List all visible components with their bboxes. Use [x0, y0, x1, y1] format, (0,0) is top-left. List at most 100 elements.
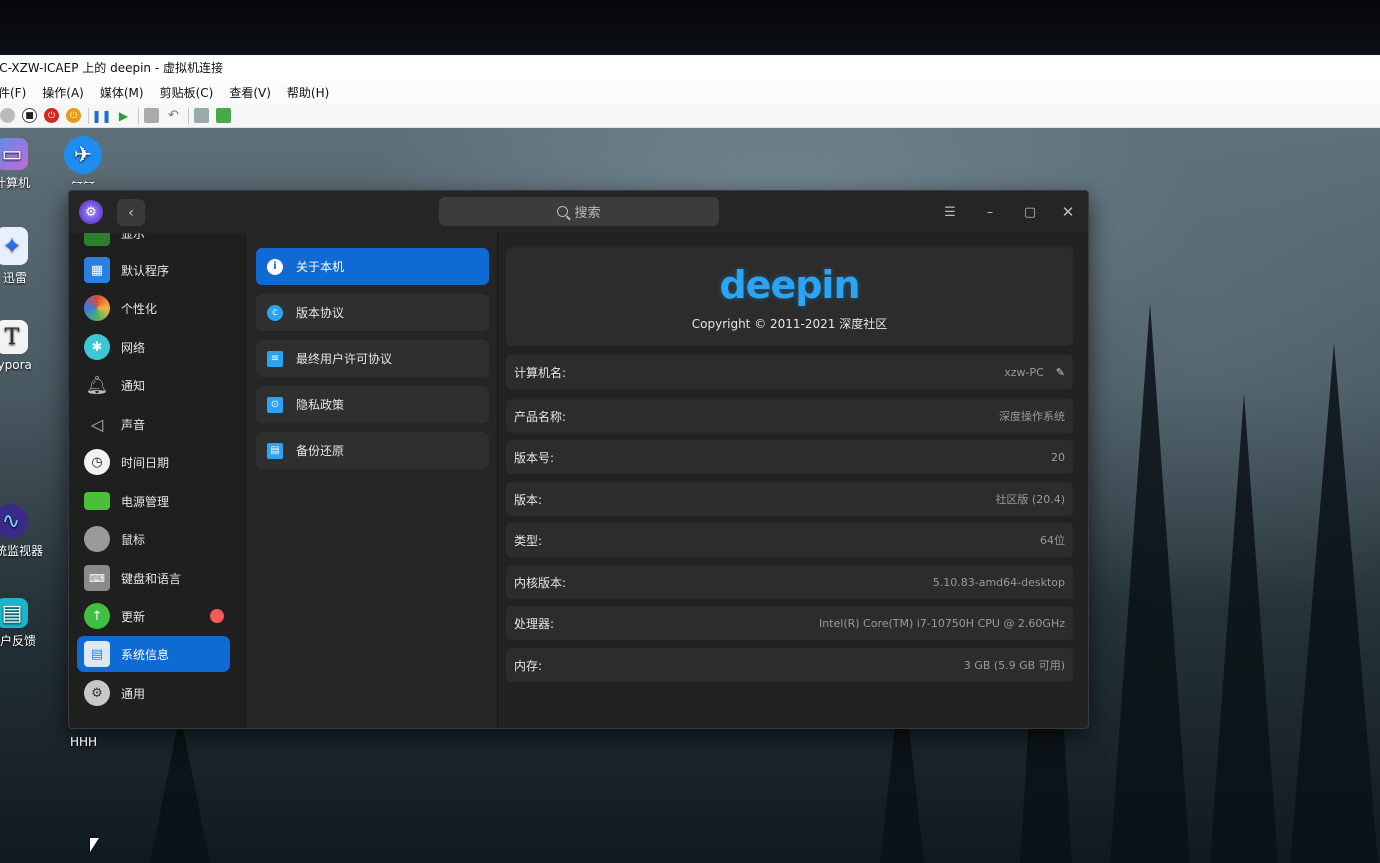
- vm-menu-file[interactable]: 文件(F): [0, 84, 26, 101]
- sidebar-item-display[interactable]: 显示: [77, 233, 230, 251]
- toolbar-separator: [88, 107, 89, 124]
- vm-menu-bar: 文件(F) 操作(A) 媒体(M) 剪贴板(C) 查看(V) 帮助(H): [0, 81, 1380, 104]
- info-value: 深度操作系统: [999, 410, 1065, 423]
- vm-menu-action[interactable]: 操作(A): [42, 84, 84, 101]
- enhanced-session-icon[interactable]: [194, 108, 209, 123]
- info-icon: i: [267, 258, 283, 275]
- info-value: 64位: [1040, 534, 1065, 547]
- info-label: 内存:: [514, 658, 543, 673]
- battery-icon: [84, 492, 110, 510]
- info-value: Intel(R) Core(TM) i7-10750H CPU @ 2.60GH…: [818, 616, 1065, 630]
- minimize-icon[interactable]: –: [977, 199, 1003, 225]
- sidebar-item-update[interactable]: ↑ 更新: [77, 598, 230, 634]
- computer-name-value: xzw-PC: [1004, 365, 1044, 379]
- desktop-icon-feedback[interactable]: ▤ 用户反馈: [0, 598, 44, 649]
- sidebar-item-label: 声音: [121, 417, 146, 432]
- sidebar-item-label: 网络: [121, 340, 146, 355]
- info-value: 20: [1051, 450, 1065, 464]
- info-row-computer-name: 计算机名: xzw-PC ✎: [506, 355, 1073, 389]
- menu-item-version-protocol[interactable]: c 版本协议: [256, 294, 489, 331]
- deepin-logo: deepin: [719, 263, 860, 307]
- power-icon[interactable]: ⏻: [66, 108, 81, 123]
- display-icon: [84, 233, 110, 246]
- toolbar-separator: [188, 107, 189, 124]
- close-icon[interactable]: ✕: [1055, 199, 1081, 225]
- info-label: 类型:: [514, 533, 543, 548]
- typora-icon: T: [0, 320, 28, 354]
- info-row-product-name: 产品名称: 深度操作系统: [506, 399, 1073, 433]
- vm-menu-clipboard[interactable]: 剪贴板(C): [160, 84, 214, 101]
- sidebar-item-default-apps[interactable]: ▦ 默认程序: [77, 252, 230, 288]
- tree-silhouette: [1290, 343, 1378, 863]
- info-label: 计算机名:: [514, 365, 567, 380]
- info-label: 处理器:: [514, 616, 555, 631]
- sidebar-item-general[interactable]: ⚙ 通用: [77, 675, 230, 711]
- tree-silhouette: [150, 713, 210, 863]
- sidebar-item-mouse[interactable]: 鼠标: [77, 521, 230, 557]
- system-info-icon: ▤: [84, 641, 110, 667]
- menu-item-label: 备份还原: [296, 444, 345, 458]
- pause-icon[interactable]: ❚❚: [91, 108, 111, 123]
- keyboard-icon: ⌨: [84, 565, 110, 591]
- desktop-icon-dingtalk[interactable]: ✈ 钉钉: [60, 136, 106, 184]
- checkpoint-icon[interactable]: [144, 108, 159, 123]
- search-input[interactable]: 搜索: [439, 197, 719, 226]
- dingtalk-icon: ✈: [64, 136, 102, 174]
- ctrl-alt-del-icon[interactable]: [0, 108, 15, 123]
- info-row-processor: 处理器: Intel(R) Core(TM) i7-10750H CPU @ 2…: [506, 606, 1073, 640]
- share-icon[interactable]: [216, 108, 231, 123]
- back-button[interactable]: ‹: [117, 199, 145, 226]
- backup-icon: ▤: [267, 442, 283, 459]
- desktop-icon-hhh-label[interactable]: HHH: [70, 735, 97, 749]
- info-row-version-number: 版本号: 20: [506, 440, 1073, 474]
- sidebar-item-keyboard[interactable]: ⌨ 键盘和语言: [77, 560, 230, 596]
- vm-window-title: PC-XZW-ICAEP 上的 deepin - 虚拟机连接: [0, 55, 1380, 81]
- desktop-icon-label: 钉钉: [60, 178, 106, 184]
- info-value: 社区版 (20.4): [995, 493, 1065, 506]
- sidebar-item-power[interactable]: 电源管理: [77, 483, 230, 519]
- desktop-icon-xunlei[interactable]: ✦ 迅雷: [0, 227, 32, 286]
- stop-icon[interactable]: ■: [22, 108, 37, 123]
- top-strip: [0, 0, 1380, 55]
- vm-menu-view[interactable]: 查看(V): [229, 84, 271, 101]
- clock-icon: ◷: [84, 449, 110, 475]
- privacy-icon: ⊙: [267, 396, 283, 413]
- shutdown-icon[interactable]: ⏻: [44, 108, 59, 123]
- menu-item-about[interactable]: i 关于本机: [256, 248, 489, 285]
- sidebar-item-datetime[interactable]: ◷ 时间日期: [77, 444, 230, 480]
- desktop-icon-label: 迅雷: [2, 271, 27, 285]
- desktop-icon-system-monitor[interactable]: ∿ 系统监视器: [0, 504, 44, 559]
- menu-item-eula[interactable]: ≡ 最终用户许可协议: [256, 340, 489, 377]
- vm-menu-help[interactable]: 帮助(H): [287, 84, 329, 101]
- sidebar-item-label: 更新: [121, 609, 146, 624]
- sidebar-item-label: 通用: [121, 686, 146, 701]
- speaker-icon: ◁: [90, 414, 104, 434]
- sidebar-item-label: 默认程序: [121, 263, 170, 278]
- menu-icon[interactable]: ☰: [937, 199, 963, 225]
- desktop-icon-computer[interactable]: ▭ 计算机: [0, 138, 32, 191]
- vm-menu-media[interactable]: 媒体(M): [100, 84, 144, 101]
- resume-icon[interactable]: ▶: [116, 108, 131, 123]
- info-label: 版本:: [514, 492, 543, 507]
- menu-item-backup[interactable]: ▤ 备份还原: [256, 432, 489, 469]
- info-value: 5.10.83-amd64-desktop: [932, 575, 1065, 589]
- edit-icon[interactable]: ✎: [1056, 366, 1065, 379]
- sidebar-item-sound[interactable]: ◁ 声音: [77, 406, 230, 442]
- maximize-icon[interactable]: ▢: [1017, 199, 1043, 225]
- about-hero: deepin Copyright © 2011-2021 深度社区: [506, 247, 1073, 346]
- sidebar-item-notification[interactable]: 🔔︎ 通知: [77, 367, 230, 403]
- update-badge: [210, 609, 224, 623]
- sidebar-item-system-info[interactable]: ▤ 系统信息: [77, 636, 230, 672]
- copyright-text: Copyright © 2011-2021 深度社区: [691, 317, 888, 331]
- computer-icon: ▭: [0, 138, 28, 170]
- revert-icon[interactable]: ↶: [166, 108, 181, 123]
- desktop-icon-typora[interactable]: T Typora: [0, 320, 32, 372]
- info-label: 版本号:: [514, 450, 555, 465]
- menu-item-privacy[interactable]: ⊙ 隐私政策: [256, 386, 489, 423]
- sidebar-item-label: 显示: [121, 233, 146, 241]
- document-icon: ≡: [267, 350, 283, 367]
- menu-item-label: 隐私政策: [296, 398, 345, 412]
- sidebar-item-label: 电源管理: [121, 494, 170, 509]
- sidebar-item-personalization[interactable]: 个性化: [77, 290, 230, 326]
- sidebar-item-network[interactable]: ✱ 网络: [77, 329, 230, 365]
